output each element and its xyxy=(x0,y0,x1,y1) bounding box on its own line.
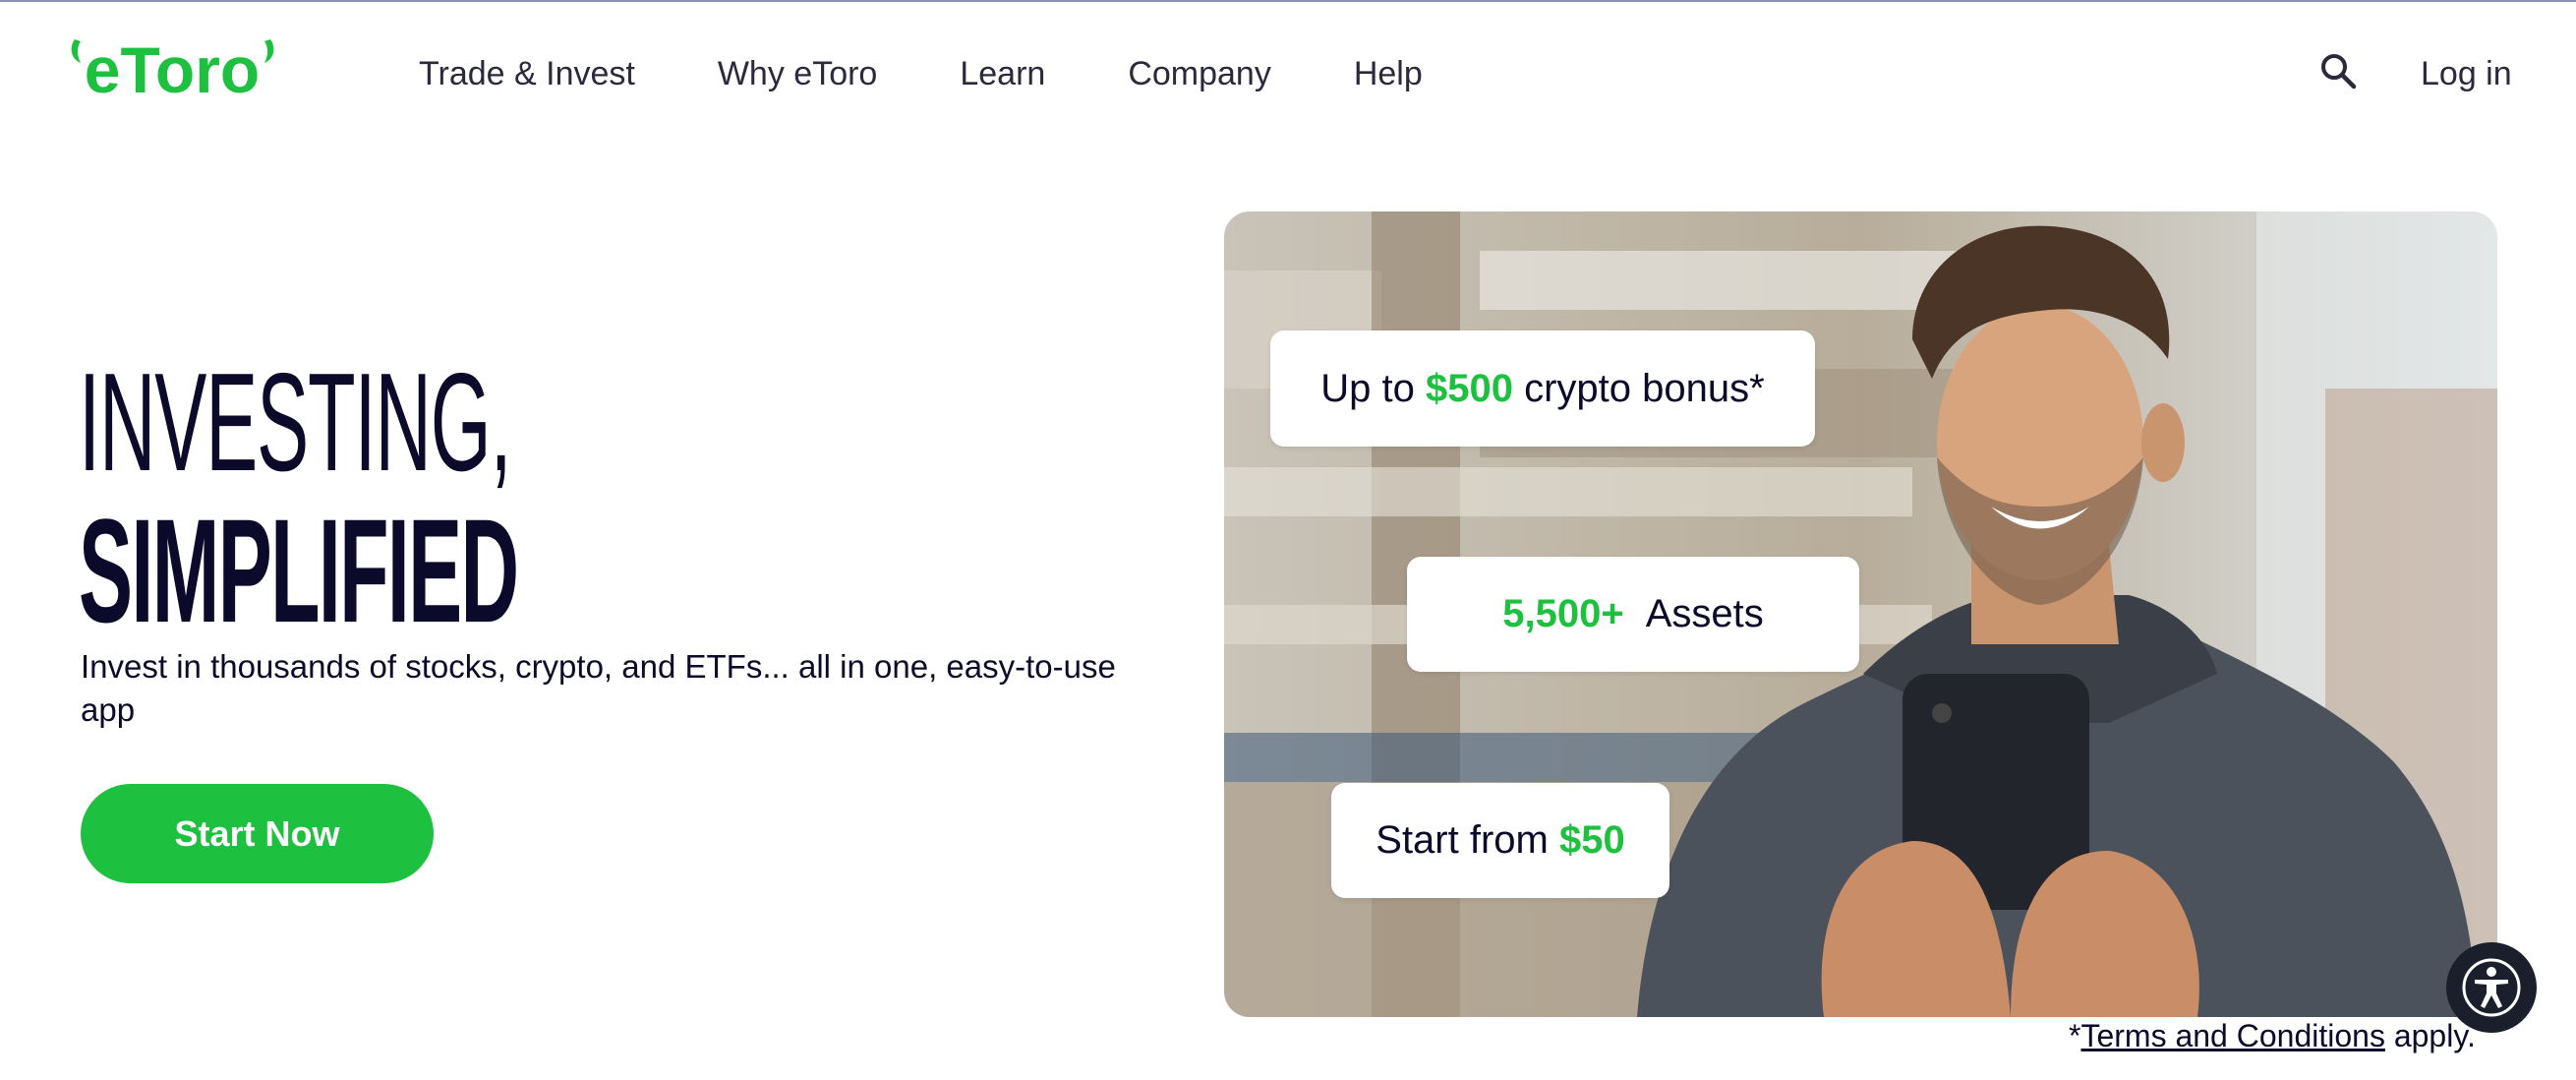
start-now-button[interactable]: Start Now xyxy=(81,784,434,883)
accessibility-button[interactable] xyxy=(2446,942,2537,1033)
logo-text: eToro xyxy=(85,33,260,104)
etoro-logo[interactable]: eToro xyxy=(67,33,278,104)
search-icon[interactable] xyxy=(2318,51,2358,90)
terms-suffix: apply. xyxy=(2384,1018,2476,1053)
nav-learn[interactable]: Learn xyxy=(960,49,1045,98)
hero-title-line1: INVESTING, xyxy=(79,344,512,501)
assets-count: 5,500+ xyxy=(1502,592,1624,635)
start-amount: $50 xyxy=(1558,818,1625,862)
nav-help[interactable]: Help xyxy=(1354,49,1423,98)
hero-title-line2: SIMPLIFIED xyxy=(79,488,519,653)
login-link[interactable]: Log in xyxy=(2421,49,2512,98)
bonus-prefix: Up to xyxy=(1320,366,1427,410)
top-border xyxy=(0,0,2576,2)
nav-company[interactable]: Company xyxy=(1128,49,1271,98)
terms-note: *Terms and Conditions apply. xyxy=(2069,1016,2476,1055)
bonus-suffix: crypto bonus* xyxy=(1513,366,1765,410)
terms-link[interactable]: Terms and Conditions xyxy=(2080,1018,2384,1053)
bonus-amount: $500 xyxy=(1426,366,1513,410)
assets-label: Assets xyxy=(1645,592,1764,635)
start-from-badge: Start from $50 xyxy=(1331,783,1669,898)
hero-subtitle: Invest in thousands of stocks, crypto, a… xyxy=(81,648,1116,728)
accessibility-icon xyxy=(2462,958,2521,1017)
nav-trade-invest[interactable]: Trade & Invest xyxy=(419,49,635,98)
nav-why-etoro[interactable]: Why eToro xyxy=(718,49,878,98)
bonus-badge: Up to $500 crypto bonus* xyxy=(1270,330,1815,447)
assets-badge: 5,500+ Assets xyxy=(1407,557,1859,672)
start-prefix: Start from xyxy=(1376,818,1559,862)
main-nav: Trade & Invest Why eToro Learn Company H… xyxy=(419,49,1505,98)
terms-prefix: * xyxy=(2069,1018,2081,1053)
